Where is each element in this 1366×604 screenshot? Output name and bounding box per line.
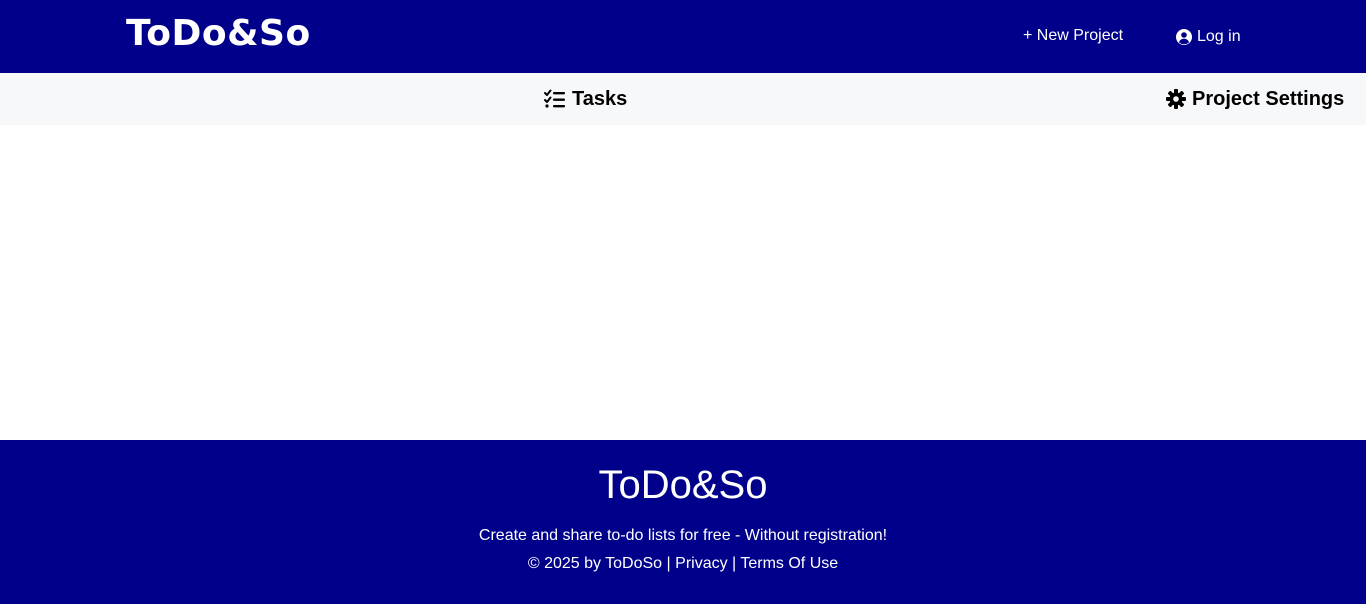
footer-copyright: © 2025 by ToDoSo — [527, 555, 663, 572]
footer-tagline: Create and share to-do lists for free - … — [478, 527, 888, 544]
user-circle-icon — [1176, 29, 1192, 45]
checklist-icon — [544, 89, 565, 108]
top-navbar: ToDo&So + New Project Log in — [0, 0, 1366, 73]
footer-links: © 2025 by ToDoSo | Privacy | Terms Of Us… — [0, 554, 1366, 574]
login-label: Log in — [1197, 28, 1241, 45]
task-content-area — [0, 125, 1366, 440]
new-project-link[interactable]: + New Project — [1023, 26, 1123, 46]
tab-tasks-label: Tasks — [572, 88, 628, 110]
tab-settings-label: Project Settings — [1192, 88, 1345, 110]
tab-project-settings[interactable]: Project Settings — [1166, 87, 1344, 111]
tab-tasks[interactable]: Tasks — [544, 87, 627, 111]
privacy-link[interactable]: Privacy — [675, 555, 727, 572]
project-subnav: Tasks Project Settings — [0, 73, 1366, 125]
login-link[interactable]: Log in — [1176, 27, 1241, 47]
footer-separator: | — [666, 555, 671, 572]
footer-separator: | — [732, 555, 737, 572]
page-footer: ToDo&So Create and share to-do lists for… — [0, 440, 1366, 604]
brand-logo[interactable]: ToDo&So — [126, 12, 311, 56]
footer-title: ToDo&So — [598, 463, 768, 507]
gear-icon — [1166, 89, 1186, 109]
terms-link[interactable]: Terms Of Use — [740, 555, 838, 572]
